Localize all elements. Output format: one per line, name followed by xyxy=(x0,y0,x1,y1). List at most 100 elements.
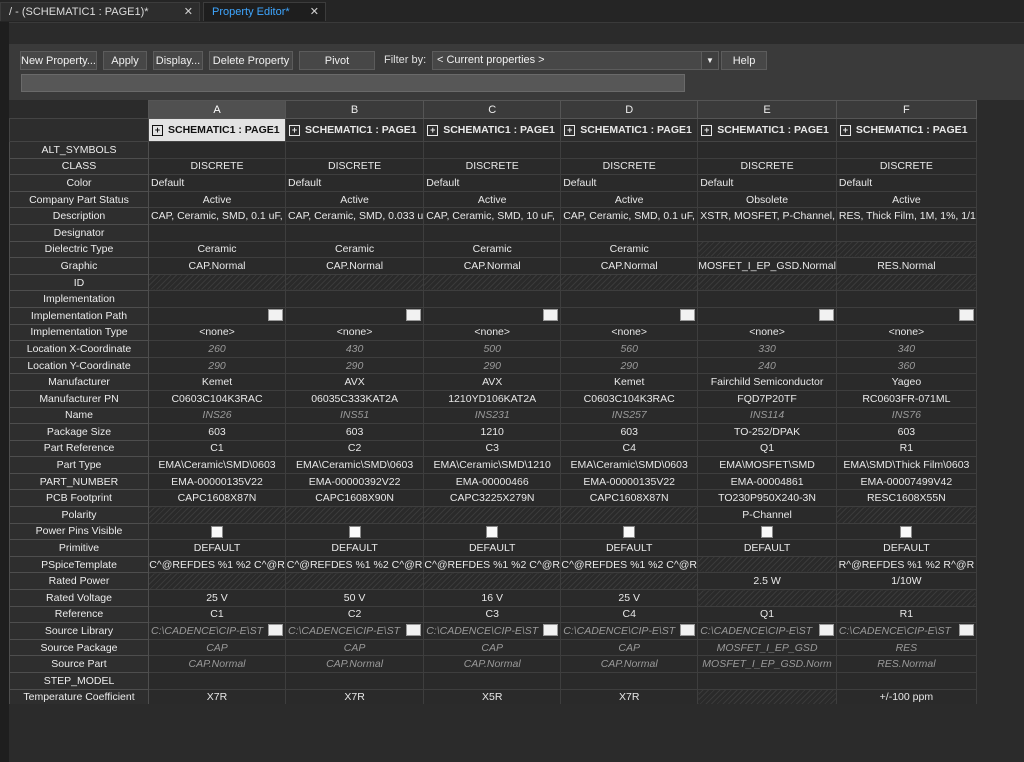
property-cell[interactable]: INS51 xyxy=(284,406,425,425)
property-cell[interactable] xyxy=(835,141,977,159)
browse-button[interactable] xyxy=(543,308,559,321)
row-header[interactable]: Color xyxy=(9,174,149,192)
property-cell[interactable]: EMA-00007499V42 xyxy=(835,472,977,491)
property-cell[interactable]: 25 V xyxy=(560,589,699,607)
property-cell[interactable]: 25 V xyxy=(148,589,286,607)
property-cell[interactable]: INS231 xyxy=(423,406,562,425)
power-pins-checkbox[interactable] xyxy=(623,525,636,538)
property-cell[interactable]: 260 xyxy=(148,340,286,358)
property-cell[interactable] xyxy=(697,672,837,690)
property-cell[interactable]: Default xyxy=(423,174,562,192)
property-cell[interactable] xyxy=(284,306,425,325)
property-cell[interactable]: CAP, Ceramic, SMD, 0.033 u xyxy=(284,207,425,225)
property-cell[interactable]: CAPC1608X87N xyxy=(148,489,286,508)
property-cell[interactable]: INS114 xyxy=(697,406,837,425)
property-cell[interactable]: FQD7P20TF xyxy=(697,389,837,408)
property-cell[interactable]: Active xyxy=(148,190,286,209)
property-cell[interactable]: C:\CADENCE\CIP-E\ST xyxy=(284,622,425,640)
chevron-down-icon[interactable]: ▼ xyxy=(701,52,718,69)
property-cell[interactable]: Ceramic xyxy=(560,240,699,259)
property-cell[interactable]: EMA\MOSFET\SMD xyxy=(697,456,837,474)
property-cell[interactable] xyxy=(423,522,562,541)
property-cell[interactable] xyxy=(148,506,286,524)
column-header-f[interactable]: F xyxy=(835,100,977,119)
property-cell[interactable] xyxy=(284,522,425,541)
property-cell[interactable] xyxy=(835,589,977,607)
property-cell[interactable] xyxy=(835,672,977,690)
property-cell[interactable]: <none> xyxy=(148,323,286,342)
property-cell[interactable]: CAP.Normal xyxy=(148,257,286,275)
property-cell[interactable] xyxy=(697,688,837,704)
row-header[interactable]: Name xyxy=(9,406,149,425)
property-cell[interactable] xyxy=(835,522,977,541)
row-header[interactable]: Implementation xyxy=(9,290,149,308)
property-cell[interactable]: CAP.Normal xyxy=(148,655,286,673)
property-cell[interactable]: <none> xyxy=(423,323,562,342)
filter-select[interactable]: < Current properties > ▼ xyxy=(432,51,719,70)
property-cell[interactable]: DEFAULT xyxy=(560,539,699,557)
browse-button[interactable] xyxy=(406,624,422,637)
property-cell[interactable]: 1/10W xyxy=(835,572,977,591)
browse-button[interactable] xyxy=(543,624,559,637)
row-header[interactable]: Primitive xyxy=(9,539,149,557)
row-header[interactable]: Temperature Coefficient xyxy=(9,688,149,704)
property-cell[interactable] xyxy=(697,141,837,159)
property-cell[interactable]: Kemet xyxy=(560,373,699,391)
property-cell[interactable] xyxy=(423,306,562,325)
property-cell[interactable]: RES, Thick Film, 1M, 1%, 1/1 xyxy=(835,207,977,225)
part-header-f[interactable]: + SCHEMATIC1 : PAGE1 xyxy=(835,118,977,142)
property-cell[interactable] xyxy=(560,506,699,524)
property-cell[interactable]: EMA\Ceramic\SMD\0603 xyxy=(284,456,425,474)
row-header[interactable]: Description xyxy=(9,207,149,225)
property-cell[interactable]: 603 xyxy=(284,423,425,441)
property-cell[interactable]: DISCRETE xyxy=(560,157,699,176)
property-cell[interactable]: 1210 xyxy=(423,423,562,441)
property-cell[interactable]: <none> xyxy=(560,323,699,342)
row-header[interactable]: Polarity xyxy=(9,506,149,524)
property-cell[interactable]: 06035C333KAT2A xyxy=(284,389,425,408)
property-cell[interactable] xyxy=(284,223,425,242)
property-cell[interactable]: Ceramic xyxy=(423,240,562,259)
property-cell[interactable]: Default xyxy=(835,174,977,192)
browse-button[interactable] xyxy=(406,308,422,321)
property-cell[interactable]: C^@REFDES %1 %2 C^@R xyxy=(148,555,286,574)
row-header[interactable]: PSpiceTemplate xyxy=(9,555,149,574)
property-cell[interactable]: RESC1608X55N xyxy=(835,489,977,508)
property-cell[interactable]: INS76 xyxy=(835,406,977,425)
property-cell[interactable]: Q1 xyxy=(697,439,837,458)
property-cell[interactable]: C1 xyxy=(148,439,286,458)
pivot-button[interactable]: Pivot xyxy=(299,51,375,70)
property-cell[interactable] xyxy=(148,223,286,242)
property-cell[interactable]: P-Channel xyxy=(697,506,837,524)
property-cell[interactable] xyxy=(284,572,425,591)
property-cell[interactable]: 430 xyxy=(284,340,425,358)
property-cell[interactable] xyxy=(284,290,425,308)
property-cell[interactable]: MOSFET_I_EP_GSD.Normal xyxy=(697,257,837,275)
property-cell[interactable] xyxy=(835,223,977,242)
row-header[interactable]: STEP_MODEL xyxy=(9,672,149,690)
delete-property-button[interactable]: Delete Property xyxy=(209,51,293,70)
property-cell[interactable] xyxy=(560,273,699,292)
property-cell[interactable] xyxy=(423,223,562,242)
property-cell[interactable]: DEFAULT xyxy=(697,539,837,557)
row-header[interactable]: Reference xyxy=(9,605,149,624)
property-cell[interactable]: EMA-00000135V22 xyxy=(148,472,286,491)
property-cell[interactable] xyxy=(560,672,699,690)
property-cell[interactable]: R1 xyxy=(835,439,977,458)
property-cell[interactable]: CAP xyxy=(560,638,699,657)
expand-icon[interactable]: + xyxy=(839,124,851,136)
property-cell[interactable]: EMA\SMD\Thick Film\0603 xyxy=(835,456,977,474)
part-header-b[interactable]: + SCHEMATIC1 : PAGE1 xyxy=(284,118,425,142)
property-cell[interactable]: DISCRETE xyxy=(423,157,562,176)
property-cell[interactable]: CAP, Ceramic, SMD, 0.1 uF, xyxy=(560,207,699,225)
property-cell[interactable]: AVX xyxy=(423,373,562,391)
property-cell[interactable]: C:\CADENCE\CIP-E\ST xyxy=(148,622,286,640)
property-cell[interactable]: C3 xyxy=(423,605,562,624)
row-header[interactable]: Source Library xyxy=(9,622,149,640)
property-cell[interactable] xyxy=(148,306,286,325)
property-cell[interactable]: CAP, Ceramic, SMD, 0.1 uF, xyxy=(148,207,286,225)
property-cell[interactable]: Active xyxy=(560,190,699,209)
row-header[interactable]: PART_NUMBER xyxy=(9,472,149,491)
help-button[interactable]: Help xyxy=(721,51,767,70)
browse-button[interactable] xyxy=(818,624,834,637)
